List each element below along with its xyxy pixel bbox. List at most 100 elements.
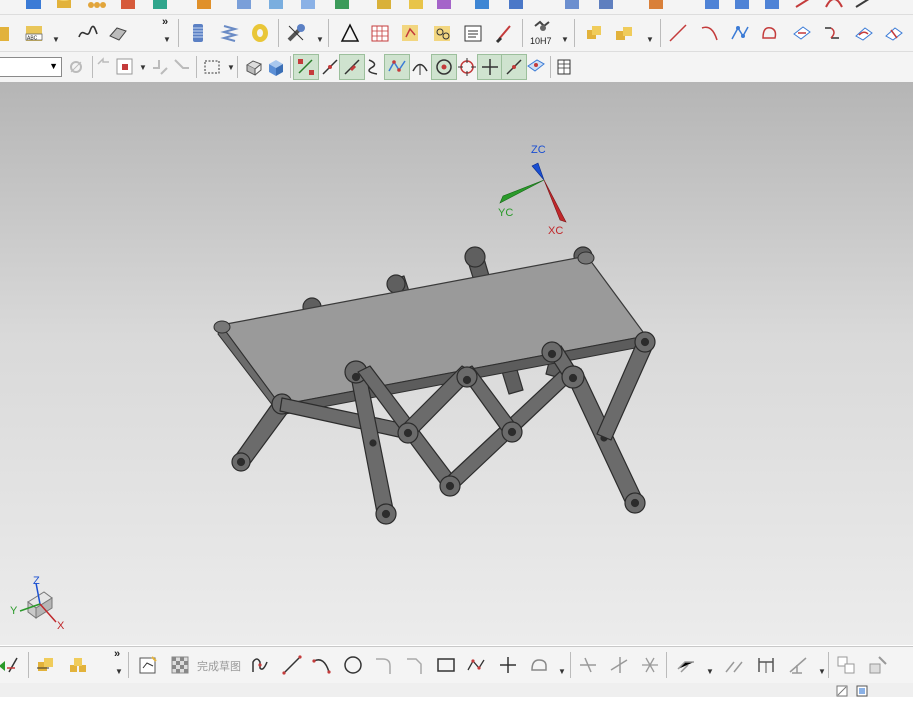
geometric-constraint-icon[interactable]: [786, 653, 810, 677]
sweep-icon[interactable]: [730, 0, 754, 12]
sketch-settings-icon[interactable]: [866, 653, 890, 677]
washer-icon[interactable]: [248, 21, 272, 45]
thread-icon[interactable]: [186, 21, 210, 45]
point-set-icon[interactable]: [398, 21, 422, 45]
fastener-icon[interactable]: [284, 21, 308, 45]
pattern-icon[interactable]: [84, 0, 108, 12]
studio-spline-icon[interactable]: [728, 21, 752, 45]
mate-component-icon[interactable]: [66, 653, 90, 677]
rectangle-icon[interactable]: [434, 653, 458, 677]
patch-icon[interactable]: [594, 0, 618, 12]
finish-sketch-icon[interactable]: [168, 653, 192, 677]
selection-scope-icon[interactable]: [64, 55, 88, 79]
quick-trim-icon[interactable]: [576, 653, 600, 677]
snap-control-point-icon[interactable]: [362, 55, 386, 79]
toolbar-overflow-dropdown[interactable]: ▼: [115, 667, 123, 677]
spring-icon[interactable]: [218, 21, 242, 45]
rectangle-select-dropdown[interactable]: ▼: [227, 63, 235, 73]
snap-existing-point-icon[interactable]: [477, 54, 503, 80]
snap-mid-point-icon[interactable]: [318, 55, 342, 79]
quick-extend-icon[interactable]: [607, 653, 631, 677]
ruled-surface-icon[interactable]: [792, 0, 816, 12]
snap-quadrant-icon[interactable]: [431, 54, 457, 80]
helix-curve-icon[interactable]: [76, 21, 100, 45]
profile-icon[interactable]: [248, 653, 272, 677]
snap-on-curve-icon[interactable]: [339, 54, 365, 80]
type-filter-dropdown[interactable]: ▼: [139, 63, 147, 73]
dimension-icon[interactable]: [754, 653, 778, 677]
snap-point-on-face-icon[interactable]: [524, 55, 548, 79]
through-curves-icon[interactable]: [760, 0, 784, 12]
sew-icon[interactable]: [404, 0, 428, 12]
snap-to-icon[interactable]: [148, 55, 172, 79]
toolbar-overflow-dropdown[interactable]: ▼: [163, 35, 171, 45]
add-component-icon[interactable]: [612, 21, 636, 45]
point-icon[interactable]: [496, 653, 520, 677]
bridge-curve-icon[interactable]: [820, 21, 844, 45]
section-curve-icon[interactable]: [106, 21, 130, 45]
snap-intersection-icon[interactable]: [384, 54, 410, 80]
offset-face-icon[interactable]: [148, 0, 172, 12]
show-constraints-icon[interactable]: [834, 653, 858, 677]
insert-component-icon[interactable]: [34, 653, 58, 677]
fastener-dropdown[interactable]: ▼: [316, 35, 324, 45]
shaded-icon[interactable]: [264, 55, 288, 79]
surface-icon[interactable]: [700, 0, 724, 12]
offset-sketch-icon[interactable]: [527, 653, 551, 677]
triangle-icon[interactable]: [338, 21, 362, 45]
fillet-icon[interactable]: [372, 653, 396, 677]
snap-point-on-curve-icon[interactable]: [501, 54, 527, 80]
block-icon[interactable]: [22, 0, 46, 12]
wrap-geometry-icon[interactable]: [470, 0, 494, 12]
sketch-constraint-icon[interactable]: [0, 653, 20, 677]
make-corner-icon[interactable]: [638, 653, 662, 677]
sketch-line-icon[interactable]: [280, 653, 304, 677]
graphics-viewport[interactable]: ZC YC XC Z Y X: [0, 82, 913, 645]
isoparametric-curve-icon[interactable]: [882, 21, 906, 45]
delete-face-icon[interactable]: [644, 0, 668, 12]
snap-end-point-icon[interactable]: [293, 54, 319, 80]
text-feature-dropdown[interactable]: ▼: [52, 35, 60, 45]
offset-curve-icon[interactable]: [758, 21, 782, 45]
curve-on-surface-icon[interactable]: [852, 21, 876, 45]
sketch-icon[interactable]: [136, 653, 160, 677]
project-curve-icon[interactable]: [790, 21, 814, 45]
blend-surface-icon[interactable]: [822, 0, 846, 12]
chamfer-icon[interactable]: [192, 0, 216, 12]
derived-lines-dropdown[interactable]: ▼: [706, 667, 714, 677]
rectangle-select-icon[interactable]: [200, 55, 224, 79]
extract-geometry-icon[interactable]: [432, 0, 456, 12]
derived-lines-icon[interactable]: [674, 653, 698, 677]
line-icon[interactable]: [666, 21, 690, 45]
text-feature-icon[interactable]: ABC: [22, 21, 46, 45]
full-screen-icon[interactable]: [856, 684, 868, 697]
constraint-dropdown[interactable]: ▼: [818, 667, 826, 677]
snap-filter-icon[interactable]: [170, 55, 194, 79]
emboss-icon[interactable]: [504, 0, 528, 12]
note-icon[interactable]: [461, 21, 485, 45]
shell-icon[interactable]: [264, 0, 288, 12]
toolbar-overflow-icon[interactable]: »: [114, 648, 120, 660]
feature-icon[interactable]: [0, 21, 14, 45]
brush-icon[interactable]: [492, 21, 516, 45]
model-canvas[interactable]: ZC YC XC Z Y X: [0, 82, 913, 645]
selection-filter-select[interactable]: ▼: [0, 57, 62, 77]
mirror-curve-icon[interactable]: [722, 653, 746, 677]
cylinder-icon[interactable]: [52, 0, 76, 12]
grid-snap-icon[interactable]: [552, 55, 576, 79]
thicken-icon[interactable]: [296, 0, 320, 12]
sketch-arc-icon[interactable]: [310, 653, 334, 677]
n-sided-surface-icon[interactable]: [852, 0, 876, 12]
draft-icon[interactable]: [232, 0, 256, 12]
sketch-circle-icon[interactable]: [341, 653, 365, 677]
tolerance-dropdown[interactable]: ▼: [561, 35, 569, 45]
mirror-body-icon[interactable]: [372, 0, 396, 12]
snap-tangent-icon[interactable]: [455, 55, 479, 79]
table-icon[interactable]: [368, 21, 392, 45]
offset-sketch-dropdown[interactable]: ▼: [558, 667, 566, 677]
snap-arc-center-icon[interactable]: [408, 55, 432, 79]
trim-body-icon[interactable]: [330, 0, 354, 12]
sketch-spline-icon[interactable]: [464, 653, 488, 677]
assembly-dropdown[interactable]: ▼: [646, 35, 654, 45]
pattern-face-icon[interactable]: [430, 21, 454, 45]
